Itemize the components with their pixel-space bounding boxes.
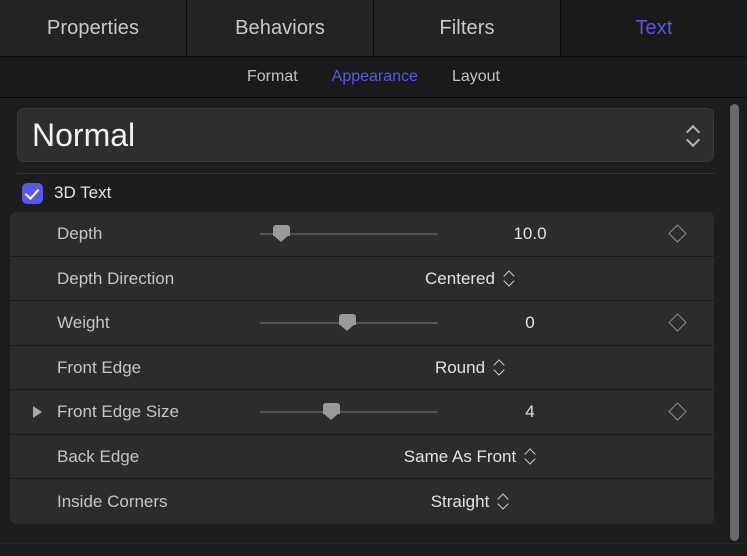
chevron-down-icon xyxy=(494,368,505,374)
slider-thumb-tip xyxy=(323,413,339,420)
row-front-edge[interactable]: Front Edge Round xyxy=(10,346,714,391)
slider-track xyxy=(260,411,438,413)
keyframe-diamond-icon[interactable] xyxy=(668,314,686,332)
row-front-edge-label: Front Edge xyxy=(57,359,141,376)
slider-thumb[interactable] xyxy=(339,314,356,331)
three-d-text-row[interactable]: 3D Text xyxy=(0,174,747,212)
tab-behaviors-label: Behaviors xyxy=(235,17,325,40)
chevron-down-icon xyxy=(525,457,536,463)
row-inside-corners[interactable]: Inside Corners Straight xyxy=(10,479,714,524)
tab-properties-label: Properties xyxy=(47,17,139,40)
row-depth-value[interactable]: 10.0 xyxy=(450,225,610,242)
inspector-tab-bar: Properties Behaviors Filters Text xyxy=(0,0,747,57)
disclosure-triangle-icon[interactable] xyxy=(33,406,42,418)
popup-stepper-icon xyxy=(504,271,515,285)
panel-bottom-strip xyxy=(0,543,747,556)
tab-text[interactable]: Text xyxy=(561,0,747,56)
slider-thumb-tip xyxy=(273,235,289,242)
row-back-edge-popup[interactable]: Same As Front xyxy=(350,448,590,465)
row-front-edge-popup[interactable]: Round xyxy=(350,359,590,376)
three-d-text-label: 3D Text xyxy=(54,183,111,203)
stepper-up-down-icon[interactable] xyxy=(687,126,700,144)
tab-behaviors[interactable]: Behaviors xyxy=(187,0,374,56)
preset-popup-container: Normal xyxy=(0,98,747,170)
subtab-appearance[interactable]: Appearance xyxy=(332,69,418,85)
slider-thumb[interactable] xyxy=(273,225,290,242)
row-front-edge-size-slider[interactable] xyxy=(260,402,438,422)
subtab-format[interactable]: Format xyxy=(247,69,298,85)
row-front-edge-size-value[interactable]: 4 xyxy=(450,403,610,420)
subtab-layout[interactable]: Layout xyxy=(452,69,500,85)
keyframe-diamond-icon[interactable] xyxy=(668,403,686,421)
row-inside-corners-value: Straight xyxy=(431,493,490,510)
slider-thumb[interactable] xyxy=(323,403,340,420)
row-weight-label: Weight xyxy=(57,314,110,331)
row-front-edge-size[interactable]: Front Edge Size 4 xyxy=(10,390,714,435)
scrollbar-thumb[interactable] xyxy=(730,104,739,541)
row-front-edge-size-label: Front Edge Size xyxy=(57,403,179,420)
row-weight[interactable]: Weight 0 xyxy=(10,301,714,346)
row-front-edge-value: Round xyxy=(435,359,485,376)
style-preset-value: Normal xyxy=(17,119,135,151)
row-inside-corners-label: Inside Corners xyxy=(57,493,168,510)
three-d-text-checkbox[interactable] xyxy=(22,183,43,204)
tab-filters[interactable]: Filters xyxy=(374,0,561,56)
row-depth-direction[interactable]: Depth Direction Centered xyxy=(10,257,714,302)
chevron-up-icon xyxy=(687,126,700,133)
row-weight-value[interactable]: 0 xyxy=(450,314,610,331)
row-back-edge-value: Same As Front xyxy=(404,448,516,465)
chevron-down-icon xyxy=(687,137,700,144)
slider-thumb-tip xyxy=(339,324,355,331)
row-weight-slider[interactable] xyxy=(260,313,438,333)
row-depth-direction-label: Depth Direction xyxy=(57,270,174,287)
appearance-panel-body: Normal 3D Text Depth xyxy=(0,98,747,556)
row-back-edge[interactable]: Back Edge Same As Front xyxy=(10,435,714,480)
popup-stepper-icon xyxy=(498,494,509,508)
row-depth-direction-popup[interactable]: Centered xyxy=(350,270,590,287)
tab-filters-label: Filters xyxy=(439,17,494,40)
row-depth-direction-value: Centered xyxy=(425,270,495,287)
text-subtab-bar: Format Appearance Layout xyxy=(0,57,747,98)
chevron-down-icon xyxy=(498,502,509,508)
tab-text-label: Text xyxy=(635,17,672,40)
row-back-edge-label: Back Edge xyxy=(57,448,139,465)
row-inside-corners-popup[interactable]: Straight xyxy=(350,493,590,510)
inspector-panel: Properties Behaviors Filters Text Format… xyxy=(0,0,747,556)
vertical-scrollbar[interactable] xyxy=(727,101,741,549)
chevron-down-icon xyxy=(504,279,515,285)
row-depth-slider[interactable] xyxy=(260,224,438,244)
tab-properties[interactable]: Properties xyxy=(0,0,187,56)
popup-stepper-icon xyxy=(525,449,536,463)
style-preset-popup[interactable]: Normal xyxy=(17,108,714,162)
row-depth[interactable]: Depth 10.0 xyxy=(10,212,714,257)
property-rows: Depth 10.0 Depth Direction Centered xyxy=(0,212,747,524)
popup-stepper-icon xyxy=(494,360,505,374)
row-depth-label: Depth xyxy=(57,225,102,242)
keyframe-diamond-icon[interactable] xyxy=(668,225,686,243)
